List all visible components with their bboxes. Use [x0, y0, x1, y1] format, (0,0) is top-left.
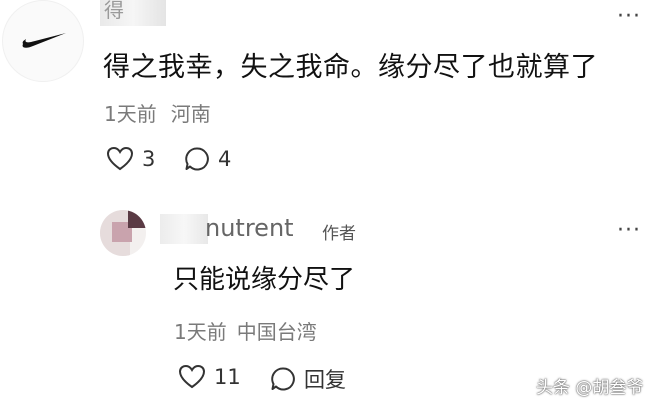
- avatar[interactable]: [100, 210, 146, 256]
- reply-location: 中国台湾: [236, 320, 317, 344]
- like-count: 11: [214, 365, 241, 389]
- author-badge: 作者: [322, 224, 356, 244]
- comment-location: 河南: [170, 102, 211, 126]
- comment-text: 得之我幸，失之我命。缘分尽了也就算了: [103, 52, 598, 83]
- like-count: 3: [142, 147, 156, 171]
- more-icon[interactable]: ···: [617, 218, 641, 243]
- like-button[interactable]: 11: [178, 364, 241, 390]
- reply-button[interactable]: 回复: [270, 364, 346, 394]
- watermark: 头条 @胡叁爷: [536, 378, 644, 398]
- comment-icon: [185, 147, 209, 171]
- username-mask: [160, 214, 208, 244]
- reply-label: 回复: [304, 368, 346, 392]
- nike-swoosh-logo: [22, 33, 66, 48]
- comment-button[interactable]: 4: [184, 146, 231, 172]
- username[interactable]: 得: [104, 0, 124, 23]
- reply-meta: 1天前 中国台湾: [174, 316, 317, 345]
- comment-icon: [271, 367, 295, 391]
- username[interactable]: nutrent: [205, 214, 294, 242]
- comment-count: 4: [218, 147, 232, 171]
- like-button[interactable]: 3: [106, 146, 155, 172]
- reply-time: 1天前: [174, 320, 227, 344]
- heart-icon: [106, 146, 134, 171]
- more-icon[interactable]: ···: [617, 4, 641, 29]
- heart-icon: [178, 364, 206, 389]
- comment-time: 1天前: [104, 102, 157, 126]
- avatar[interactable]: [2, 0, 84, 82]
- comment-meta: 1天前 河南: [104, 98, 211, 127]
- reply-text: 只能说缘分尽了: [173, 265, 356, 295]
